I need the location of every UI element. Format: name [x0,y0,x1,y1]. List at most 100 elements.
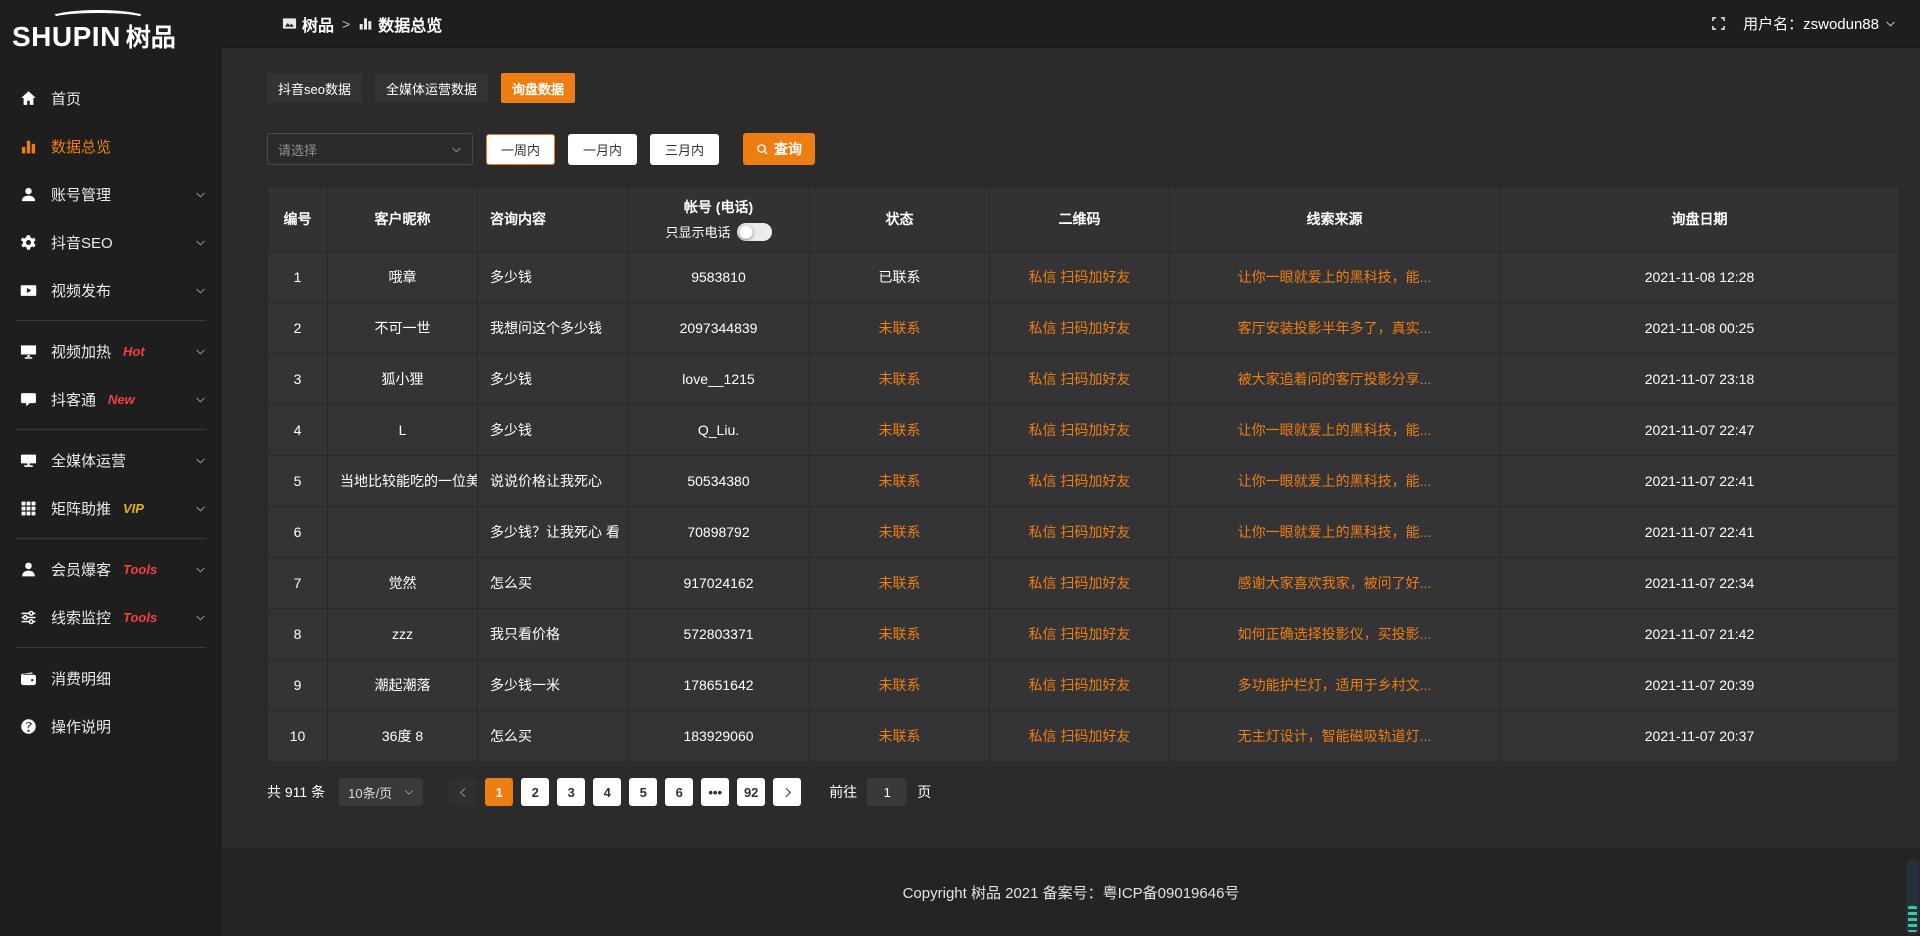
cell-source-link[interactable]: 被大家追着问的客厅投影分享... [1170,354,1500,405]
cell-source-link[interactable]: 感谢大家喜欢我家，被问了好... [1170,558,1500,609]
cell-content: 我只看价格 [478,609,628,660]
app-icon [282,16,297,31]
cell-qrcode-link[interactable]: 私信 扫码加好友 [990,660,1170,711]
floating-widget[interactable] [1906,860,1919,934]
sliders-icon [20,608,38,626]
cell-nickname: 狐小狸 [328,354,478,405]
sidebar-item-会员爆客[interactable]: 会员爆客 Tools [0,545,222,593]
tab-抖音seo数据[interactable]: 抖音seo数据 [267,73,362,103]
cell-account: 2097344839 [628,303,810,354]
cell-source-link[interactable]: 客厅安装投影半年多了，真实... [1170,303,1500,354]
next-page-button[interactable] [773,778,801,806]
sidebar-item-badge: Hot [123,344,145,359]
page-number-button-3[interactable]: 3 [557,778,585,806]
cell-status: 未联系 [810,711,990,762]
cell-status: 未联系 [810,354,990,405]
cell-source-link[interactable]: 如何正确选择投影仪，买投影... [1170,609,1500,660]
sidebar-item-全媒体运营[interactable]: 全媒体运营 [0,436,222,484]
table-row: 5 当地比较能吃的一位美女 说说价格让我死心 50534380 未联系 私信 扫… [268,456,1900,507]
breadcrumb-item-data-overview[interactable]: 数据总览 [358,12,442,36]
cell-qrcode-link[interactable]: 私信 扫码加好友 [990,303,1170,354]
cell-source-link[interactable]: 无主灯设计，智能磁吸轨道灯... [1170,711,1500,762]
user-menu[interactable]: 用户名：zswodun88 [1743,13,1896,34]
search-icon [756,143,769,156]
table-row: 3 狐小狸 多少钱 love__1215 未联系 私信 扫码加好友 被大家追着问… [268,354,1900,405]
chevron-down-icon [195,455,206,466]
cell-qrcode-link[interactable]: 私信 扫码加好友 [990,711,1170,762]
page-number-button-6[interactable]: 6 [665,778,693,806]
sidebar-item-label: 操作说明 [51,716,111,737]
cell-nickname: 潮起潮落 [328,660,478,711]
more-pages-button[interactable]: ••• [701,778,729,806]
user-icon [20,185,38,203]
cell-content: 多少钱 [478,252,628,303]
prev-page-button[interactable] [449,778,477,806]
col-header-nickname: 客户昵称 [328,187,478,252]
chevron-down-icon [195,564,206,575]
cell-nickname: 36度 8 [328,711,478,762]
range-button-一周内[interactable]: 一周内 [486,134,555,165]
content: 抖音seo数据全媒体运营数据询盘数据 请选择 一周内一月内三月内 查询 [222,48,1920,848]
cell-source-link[interactable]: 让你一眼就爱上的黑科技，能... [1170,252,1500,303]
page-number-button-5[interactable]: 5 [629,778,657,806]
breadcrumb-item-shupin[interactable]: 树品 [282,12,334,36]
page-size-select[interactable]: 10条/页 [339,778,423,806]
cell-source-link[interactable]: 让你一眼就爱上的黑科技，能... [1170,456,1500,507]
sidebar-item-线索监控[interactable]: 线索监控 Tools [0,593,222,641]
menu-divider [16,429,206,430]
sidebar-item-操作说明[interactable]: 操作说明 [0,702,222,750]
sidebar-item-账号管理[interactable]: 账号管理 [0,170,222,218]
cell-status: 已联系 [810,252,990,303]
chevron-down-icon [195,237,206,248]
phone-only-toggle[interactable] [737,223,772,241]
cell-qrcode-link[interactable]: 私信 扫码加好友 [990,558,1170,609]
cell-qrcode-link[interactable]: 私信 扫码加好友 [990,507,1170,558]
sidebar-item-抖客通[interactable]: 抖客通 New [0,375,222,423]
cell-status: 未联系 [810,456,990,507]
cell-status: 未联系 [810,558,990,609]
cell-status: 未联系 [810,303,990,354]
sidebar-item-label: 首页 [51,88,81,109]
table-row: 10 36度 8 怎么买 183929060 未联系 私信 扫码加好友 无主灯设… [268,711,1900,762]
tab-询盘数据[interactable]: 询盘数据 [501,73,575,103]
range-button-三月内[interactable]: 三月内 [650,134,719,165]
cell-id: 8 [268,609,328,660]
fullscreen-icon[interactable] [1710,15,1727,32]
cell-qrcode-link[interactable]: 私信 扫码加好友 [990,405,1170,456]
tab-全媒体运营数据[interactable]: 全媒体运营数据 [375,73,488,103]
sidebar-item-消费明细[interactable]: 消费明细 [0,654,222,702]
cell-source-link[interactable]: 让你一眼就爱上的黑科技，能... [1170,507,1500,558]
sidebar-item-矩阵助推[interactable]: 矩阵助推 VIP [0,484,222,532]
account-select[interactable]: 请选择 [267,133,473,165]
cell-qrcode-link[interactable]: 私信 扫码加好友 [990,252,1170,303]
phone-toggle-label: 只显示电话 [665,222,730,241]
sidebar-item-label: 矩阵助推 [51,498,111,519]
page-number-button-4[interactable]: 4 [593,778,621,806]
cell-source-link[interactable]: 多功能护栏灯，适用于乡村文... [1170,660,1500,711]
sidebar-item-视频加热[interactable]: 视频加热 Hot [0,327,222,375]
sidebar-item-首页[interactable]: 首页 [0,74,222,122]
cell-status: 未联系 [810,660,990,711]
topbar: 树品 > 数据总览 用户名：zswodun88 [222,0,1920,48]
cell-nickname: 不可一世 [328,303,478,354]
sidebar-item-数据总览[interactable]: 数据总览 [0,122,222,170]
cell-qrcode-link[interactable]: 私信 扫码加好友 [990,609,1170,660]
page-number-button-1[interactable]: 1 [485,778,513,806]
query-button[interactable]: 查询 [743,133,815,165]
sidebar-item-抖音SEO[interactable]: 抖音SEO [0,218,222,266]
breadcrumb-label: 树品 [302,12,334,36]
monitor-icon [20,451,38,469]
cell-qrcode-link[interactable]: 私信 扫码加好友 [990,354,1170,405]
sidebar-item-视频发布[interactable]: 视频发布 [0,266,222,314]
page-number-button-2[interactable]: 2 [521,778,549,806]
page-number-button-92[interactable]: 92 [737,778,765,806]
cell-qrcode-link[interactable]: 私信 扫码加好友 [990,456,1170,507]
table-row: 6 多少钱？让我死心 看 70898792 未联系 私信 扫码加好友 让你一眼就… [268,507,1900,558]
chevron-down-icon [451,144,462,155]
cell-source-link[interactable]: 让你一眼就爱上的黑科技，能... [1170,405,1500,456]
table-header-row: 编号 客户昵称 咨询内容 帐号 (电话) 只显示电话 状态 二维码 线索来 [268,187,1900,252]
range-button-一月内[interactable]: 一月内 [568,134,637,165]
goto-page-input[interactable] [867,778,907,806]
sidebar-item-badge: VIP [123,501,144,516]
cell-account: 917024162 [628,558,810,609]
